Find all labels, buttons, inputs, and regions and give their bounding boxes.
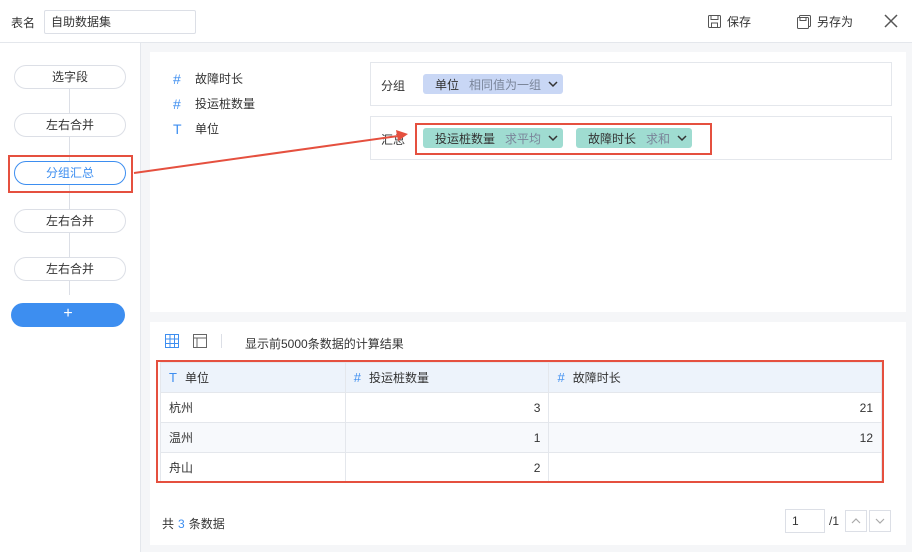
add-step-button[interactable]: + <box>11 303 125 327</box>
chevron-down-icon[interactable] <box>547 132 559 144</box>
config-panel: # 故障时长 # 投运桩数量 T 单位 分组 单位 相同值为一组 汇总 投运桩数… <box>150 52 906 312</box>
step-merge-1[interactable]: 左右合并 <box>14 113 126 137</box>
result-table: T 单位 # 投运桩数量 # 故障时长 杭州 3 21 温州 1 12 舟山 2 <box>160 362 882 483</box>
step-merge-3[interactable]: 左右合并 <box>14 257 126 281</box>
pill-agg-label: 相同值为一组 <box>469 77 542 92</box>
column-header-pile-count[interactable]: # 投运桩数量 <box>344 362 550 393</box>
row-count-number: 3 <box>178 517 185 531</box>
field-list: # 故障时长 # 投运桩数量 T 单位 <box>170 66 255 141</box>
field-item-unit[interactable]: T 单位 <box>170 116 255 141</box>
step-merge-2[interactable]: 左右合并 <box>14 209 126 233</box>
pill-field-name: 投运桩数量 <box>435 131 496 146</box>
close-icon[interactable] <box>884 14 898 28</box>
result-caption: 显示前5000条数据的计算结果 <box>245 337 404 351</box>
table-cell: 12 <box>548 422 882 453</box>
step-select-fields[interactable]: 选字段 <box>14 65 126 89</box>
table-header-row: T 单位 # 投运桩数量 # 故障时长 <box>160 362 882 393</box>
table-name-input[interactable]: 自助数据集 <box>44 10 196 34</box>
group-by-label: 分组 <box>381 79 406 93</box>
table-name-label: 表名 <box>11 16 36 30</box>
save-label: 保存 <box>727 15 752 29</box>
table-cell: 温州 <box>160 422 346 453</box>
table-row: 舟山 2 <box>160 452 882 483</box>
summary-pill-fault-duration[interactable]: 故障时长 求和 <box>576 128 693 148</box>
summary-box[interactable]: 汇总 投运桩数量 求平均 故障时长 求和 <box>370 116 892 160</box>
field-item-fault-duration[interactable]: # 故障时长 <box>170 66 255 91</box>
layout-view-icon[interactable] <box>193 334 207 348</box>
group-by-box[interactable]: 分组 单位 相同值为一组 <box>370 62 892 106</box>
chevron-down-icon[interactable] <box>547 78 559 90</box>
field-name: 故障时长 <box>195 72 244 86</box>
prev-page-button[interactable] <box>845 510 867 532</box>
save-as-icon <box>797 14 811 29</box>
summary-label: 汇总 <box>381 133 406 147</box>
page-total: /1 <box>828 514 839 528</box>
table-cell: 2 <box>344 452 550 483</box>
number-field-icon: # <box>173 95 181 112</box>
number-field-icon: # <box>173 70 181 87</box>
group-pill-unit[interactable]: 单位 相同值为一组 <box>423 74 564 94</box>
chevron-down-icon <box>875 518 885 524</box>
text-field-icon: T <box>173 120 182 137</box>
chevron-down-icon[interactable] <box>676 132 688 144</box>
row-count: 共 3 条数据 <box>162 517 225 531</box>
table-row: 杭州 3 21 <box>160 392 882 423</box>
field-name: 投运桩数量 <box>195 97 256 111</box>
table-cell: 21 <box>548 392 882 423</box>
table-view-icon[interactable] <box>165 334 179 348</box>
number-field-icon: # <box>557 370 565 385</box>
number-field-icon: # <box>353 370 361 385</box>
save-as-button[interactable]: 另存为 <box>797 13 853 30</box>
save-button[interactable]: 保存 <box>708 13 751 30</box>
table-cell: 舟山 <box>160 452 346 483</box>
table-cell <box>548 452 882 483</box>
top-bar: 表名 自助数据集 保存 另存为 <box>0 0 912 43</box>
page-input[interactable]: 1 <box>784 509 825 533</box>
content-area: # 故障时长 # 投运桩数量 T 单位 分组 单位 相同值为一组 汇总 投运桩数… <box>141 43 912 552</box>
step-sidebar: 选字段 左右合并 分组汇总 左右合并 左右合并 + <box>0 43 141 552</box>
next-page-button[interactable] <box>869 510 891 532</box>
table-cell: 1 <box>344 422 550 453</box>
table-cell: 3 <box>344 392 550 423</box>
step-group-summary[interactable]: 分组汇总 <box>14 161 126 185</box>
text-field-icon: T <box>169 370 177 385</box>
pill-agg-label: 求平均 <box>505 131 542 146</box>
column-header-fault-duration[interactable]: # 故障时长 <box>548 362 882 393</box>
chevron-up-icon <box>851 518 861 524</box>
pagination: 1 /1 <box>784 509 891 533</box>
field-item-pile-count[interactable]: # 投运桩数量 <box>170 91 255 116</box>
pill-field-name: 单位 <box>435 77 460 92</box>
pill-agg-label: 求和 <box>646 131 671 146</box>
result-panel: 显示前5000条数据的计算结果 T 单位 # 投运桩数量 # 故障时长 杭州 3 21… <box>150 322 906 545</box>
field-name: 单位 <box>195 122 220 136</box>
summary-pill-pile-count[interactable]: 投运桩数量 求平均 <box>423 128 564 148</box>
table-cell: 杭州 <box>160 392 346 423</box>
pill-field-name: 故障时长 <box>588 131 637 146</box>
result-toolbar <box>165 334 236 348</box>
toolbar-divider <box>221 334 222 348</box>
save-as-label: 另存为 <box>817 15 854 29</box>
column-header-unit[interactable]: T 单位 <box>160 362 346 393</box>
save-icon <box>708 15 721 28</box>
table-row: 温州 1 12 <box>160 422 882 453</box>
